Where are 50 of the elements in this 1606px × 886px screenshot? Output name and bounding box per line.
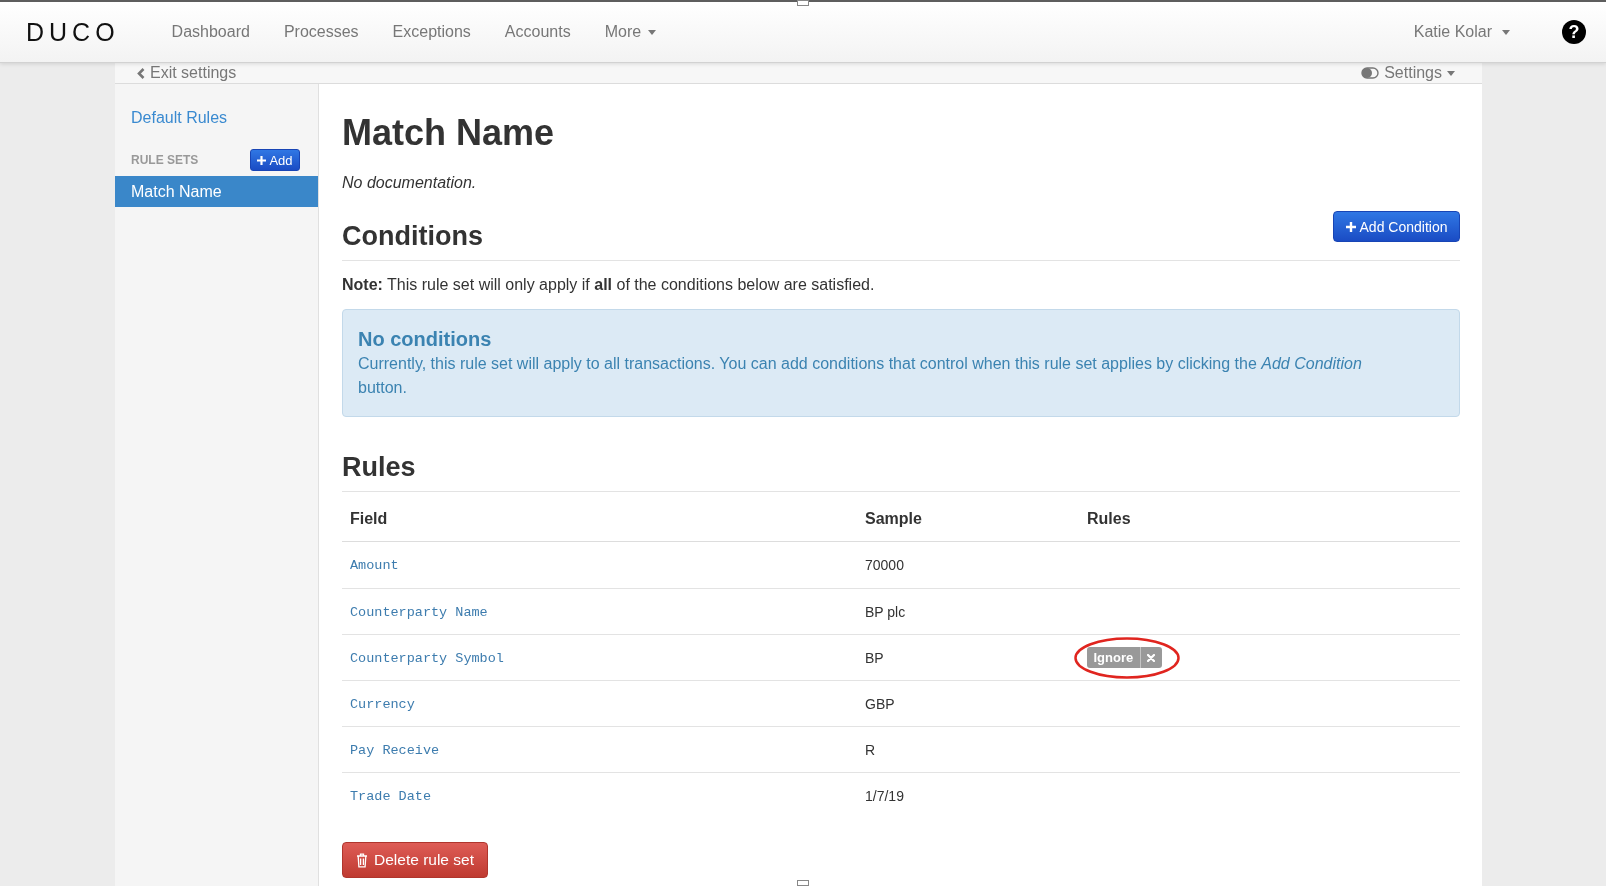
- remove-button[interactable]: [1139, 647, 1162, 668]
- field-link[interactable]: Pay Receive: [350, 742, 440, 758]
- nav-link[interactable]: Exceptions: [375, 22, 488, 42]
- alert-title: No conditions: [358, 326, 492, 352]
- caret-icon: [648, 29, 657, 35]
- logo[interactable]: DUCO: [26, 17, 120, 47]
- nav-link[interactable]: Accounts: [487, 22, 588, 42]
- default-rules-link[interactable]: Default Rules: [131, 108, 228, 128]
- column-header: Sample: [865, 509, 922, 528]
- field-link[interactable]: Trade Date: [350, 788, 431, 804]
- user-menu[interactable]: Katie Kolar: [1413, 22, 1510, 42]
- table-cell: 70000: [865, 557, 904, 573]
- table-cell: BP plc: [865, 603, 906, 620]
- page-title: Match Name: [342, 113, 555, 153]
- delete-button[interactable]: Delete rule set: [342, 842, 488, 878]
- exit-settings-link[interactable]: Exit settings: [137, 63, 237, 83]
- rule-set-item[interactable]: Match Name: [115, 176, 318, 207]
- chevron-left-icon: [137, 67, 145, 79]
- column-header: Rules: [1087, 509, 1131, 528]
- section-heading: Rules: [342, 450, 416, 483]
- table-cell: GBP: [865, 695, 895, 712]
- caret-icon: [1502, 29, 1510, 35]
- note-text: Note: This rule set will only apply if all of the conditions below are satisfied.: [342, 274, 875, 295]
- selection-handle: [797, 0, 809, 6]
- field-link[interactable]: Counterparty Name: [350, 604, 488, 620]
- table-cell: 1/7/19: [865, 787, 904, 804]
- plus-icon: [257, 155, 267, 165]
- nav-link[interactable]: Dashboard: [154, 22, 267, 42]
- alert-text: Currently, this rule set will apply to all transactions. You can add conditions that control when this rule set applies by clicking the Add Condition button.: [358, 353, 1363, 398]
- documentation-text: No documentation.: [342, 173, 477, 193]
- help-button[interactable]: ?: [1562, 20, 1586, 44]
- nav-link[interactable]: Processes: [266, 22, 376, 42]
- table-cell: R: [865, 741, 876, 758]
- settings-dropdown[interactable]: Settings: [1361, 63, 1455, 83]
- caret-icon: [1447, 70, 1455, 76]
- column-header: Field: [350, 509, 388, 528]
- trash-icon: [356, 852, 368, 868]
- close-icon: [1147, 653, 1156, 662]
- rule-tag: Ignore: [1087, 647, 1140, 668]
- field-link[interactable]: Counterparty Symbol: [350, 650, 504, 666]
- nav-dropdown[interactable]: More: [587, 22, 674, 42]
- field-link[interactable]: Currency: [350, 696, 415, 712]
- plus-icon: [1345, 221, 1356, 232]
- add-button[interactable]: Add: [250, 149, 300, 171]
- add-condition-button[interactable]: Add Condition: [1333, 211, 1460, 242]
- table-cell: BP: [865, 649, 884, 666]
- section-label: RULE SETS: [131, 152, 199, 168]
- section-heading: Conditions: [342, 219, 483, 252]
- toggle-icon: [1361, 67, 1380, 79]
- field-link[interactable]: Amount: [350, 558, 399, 573]
